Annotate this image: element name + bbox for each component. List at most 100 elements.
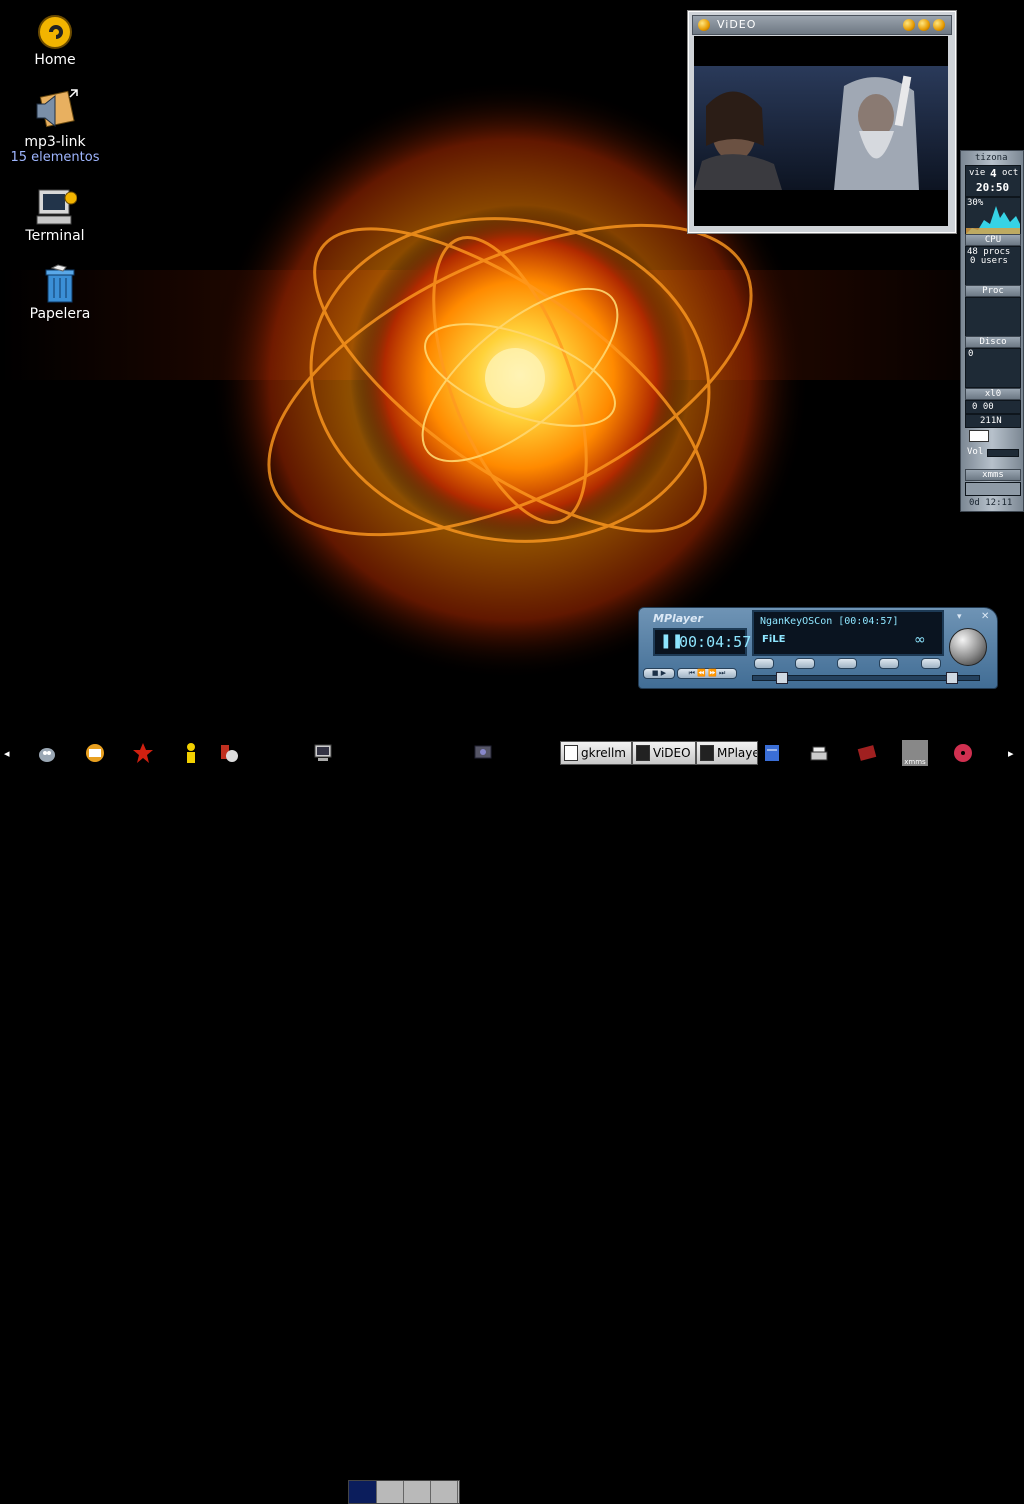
gkrellm-disk-graph-2: 0: [965, 348, 1021, 388]
fullscreen-button[interactable]: [921, 658, 941, 669]
add-button[interactable]: [795, 658, 815, 669]
gkrellm-xmms-controls[interactable]: [965, 482, 1021, 496]
gkrellm-disk-label[interactable]: Disco: [965, 336, 1021, 348]
mail-icon[interactable]: [969, 430, 989, 442]
right-arrow-icon[interactable]: ▸: [1008, 740, 1014, 766]
script-icon[interactable]: [762, 740, 782, 766]
seek-buttons[interactable]: ⏮ ⏪ ⏩ ⏭: [677, 668, 737, 679]
desktop-icon-label: Home: [34, 52, 76, 68]
gkrellm-monitor[interactable]: tizona vie 4 oct 20:50 30% CPU 48 procs …: [960, 150, 1024, 512]
close-icon[interactable]: [933, 19, 945, 31]
star-icon[interactable]: [132, 740, 154, 766]
seek-bar[interactable]: [752, 672, 980, 684]
scanner-icon[interactable]: [808, 740, 830, 766]
gkrellm-date-day: vie: [969, 168, 986, 178]
gkrellm-vol-slider[interactable]: [987, 449, 1019, 457]
gkrellm-clock: 20:50: [976, 181, 1010, 194]
terminal-icon: [36, 189, 77, 225]
tools-icon[interactable]: [218, 740, 240, 766]
video-window[interactable]: ViDEO: [688, 11, 956, 233]
mplayer-file-label: FiLE: [762, 634, 786, 645]
workspace-pager[interactable]: [348, 1480, 460, 1504]
mplayer-time-display: ❚❚ 00:04:57: [653, 628, 751, 656]
task-label: ViDEO: [653, 746, 691, 760]
gkrellm-net-label[interactable]: xl0: [965, 388, 1021, 400]
desktop-icon-trash[interactable]: Papelera: [5, 264, 115, 322]
volume-knob[interactable]: [949, 628, 987, 666]
gkrellm-net-value: 0 00: [972, 402, 994, 412]
equalizer-button[interactable]: [879, 658, 899, 669]
left-arrow-icon[interactable]: ◂: [4, 740, 10, 766]
cpu-graph-bars: [966, 206, 1020, 234]
mplayer-file-line: NganKeyOSCon [00:04:57]: [760, 616, 899, 627]
window-title: ViDEO: [717, 18, 757, 31]
minimize-icon[interactable]: [903, 19, 915, 31]
display-icon[interactable]: [472, 740, 494, 766]
gkrellm-mail-count: 211N: [980, 416, 1002, 426]
gimp-icon[interactable]: [36, 740, 58, 766]
volume-thumb[interactable]: [946, 672, 959, 684]
gkrellm-cpu-graph: 30%: [965, 197, 1021, 235]
desktop-icon-label: mp3-link: [24, 134, 86, 150]
gkrellm-disk-graph: [965, 297, 1021, 337]
mplayer-info-display: NganKeyOSCon [00:04:57] FiLE ∞: [752, 610, 944, 656]
maximize-icon[interactable]: [918, 19, 930, 31]
mplayer-brand: MPlayer: [653, 612, 703, 625]
desktop-icon-terminal[interactable]: Terminal: [0, 188, 110, 244]
gkrellm-proc-label[interactable]: Proc: [965, 285, 1021, 297]
task-button-video[interactable]: ViDEO: [632, 741, 696, 765]
mplayer-time: 00:04:57: [679, 633, 752, 651]
gkrellm-net-panel: 0 00: [965, 400, 1021, 414]
mail-icon[interactable]: [84, 740, 106, 766]
task-label: gkrellm: [581, 746, 626, 760]
trash-icon: [45, 264, 75, 303]
gkrellm-hostname: tizona: [975, 153, 1008, 163]
taskbar: ◂ xmms ▸: [0, 738, 1024, 1504]
gkrellm-proc-graph: 48 procs 0 users: [965, 246, 1021, 286]
video-frame: [694, 36, 948, 226]
workspace-4[interactable]: [430, 1481, 458, 1503]
gkrellm-date-num: 4: [990, 167, 997, 180]
task-button-mplayer[interactable]: MPlaye: [696, 741, 758, 765]
gkrellm-uptime: 0d 12:11: [969, 498, 1013, 508]
desktop-icon-home[interactable]: Home: [0, 14, 110, 68]
open-button[interactable]: [754, 658, 774, 669]
monitor-icon[interactable]: [312, 740, 334, 766]
desktop-icon-sublabel: 15 elementos: [10, 150, 100, 165]
gkrellm-disk-zero: 0: [968, 349, 974, 359]
book-icon[interactable]: [856, 740, 878, 766]
gkrellm-date-month: oct: [1002, 168, 1019, 178]
playlist-button[interactable]: [837, 658, 857, 669]
task-label: MPlaye: [717, 746, 758, 760]
mplayer-minimize-icon[interactable]: ▾: [957, 612, 962, 622]
desktop-icon-mp3-link[interactable]: mp3-link 15 elementos: [0, 86, 110, 165]
xmms-icon[interactable]: xmms: [902, 740, 928, 766]
mplayer-window[interactable]: MPlayer ❚❚ 00:04:57 NganKeyOSCon [00:04:…: [638, 607, 998, 689]
user-icon[interactable]: [180, 740, 202, 766]
home-icon: [38, 15, 72, 49]
loop-icon: ∞: [914, 632, 926, 648]
gkrellm-users: 0 users: [970, 256, 1008, 266]
mplayer-close-icon[interactable]: ✕: [981, 611, 989, 622]
seek-thumb[interactable]: [775, 672, 788, 684]
xmms-icon-text: xmms: [904, 758, 926, 766]
document-icon: [564, 745, 578, 761]
gkrellm-mail-panel: 211N: [965, 414, 1021, 428]
gkrellm-cpu-label[interactable]: CPU: [965, 234, 1021, 246]
film-icon: [636, 745, 650, 761]
cd-icon[interactable]: [952, 740, 974, 766]
task-button-gkrellm[interactable]: gkrellm: [560, 741, 632, 765]
workspace-2[interactable]: [376, 1481, 404, 1503]
desktop-icon-label: Terminal: [25, 228, 85, 244]
gkrellm-xmms-label[interactable]: xmms: [965, 469, 1021, 481]
video-image: [694, 36, 948, 226]
gkrellm-clock-panel: vie 4 oct 20:50: [965, 165, 1021, 197]
play-button[interactable]: ■ ▶: [643, 668, 675, 679]
film-icon: [700, 745, 714, 761]
video-titlebar[interactable]: ViDEO: [692, 15, 952, 35]
gkrellm-vol-label: Vol: [967, 447, 984, 457]
window-menu-icon[interactable]: [698, 19, 710, 31]
workspace-3[interactable]: [403, 1481, 431, 1503]
workspace-1[interactable]: [349, 1481, 377, 1503]
desktop-icon-label: Papelera: [29, 306, 91, 322]
